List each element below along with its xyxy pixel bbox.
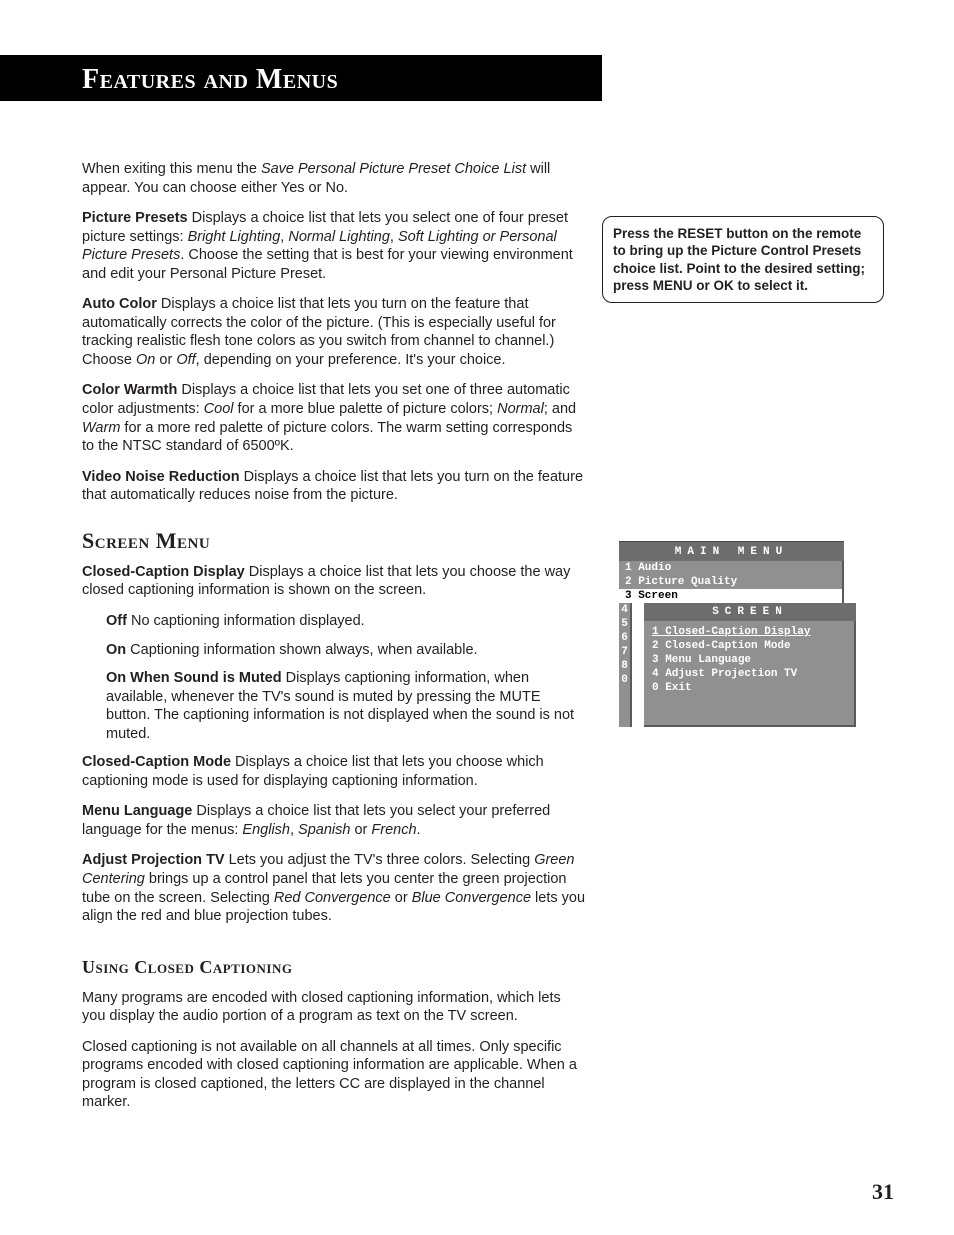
cc-off-row: Off No captioning information displayed. (106, 612, 587, 631)
adjust-projection-paragraph: Adjust Projection TV Lets you adjust the… (82, 851, 587, 925)
osd-sub-title: SCREEN (644, 603, 856, 621)
auto-color-paragraph: Auto Color Displays a choice list that l… (82, 295, 587, 369)
picture-presets-paragraph: Picture Presets Displays a choice list t… (82, 209, 587, 283)
reset-tip-callout: Press the RESET button on the remote to … (602, 216, 884, 303)
intro-paragraph: When exiting this menu the Save Personal… (82, 160, 587, 197)
cc-on-row: On Captioning information shown always, … (106, 641, 587, 660)
osd-submenu: SCREEN 1 Closed-Caption Display 2 Closed… (644, 603, 856, 727)
osd-menu-screenshot: MAIN MENU 1 Audio 2 Picture Quality 3 Sc… (619, 541, 844, 727)
osd-main-title: MAIN MENU (619, 541, 844, 561)
osd-sub-row-exit: 0 Exit (652, 681, 846, 695)
osd-main-row-picture-quality: 2 Picture Quality (619, 575, 844, 589)
osd-sub-row-cc-display-selected: 1 Closed-Caption Display (652, 625, 846, 639)
page-number: 31 (872, 1179, 894, 1205)
osd-sub-row-cc-mode: 2 Closed-Caption Mode (652, 639, 846, 653)
cc-display-paragraph: Closed-Caption Display Displays a choice… (82, 563, 587, 600)
color-warmth-paragraph: Color Warmth Displays a choice list that… (82, 381, 587, 455)
cc-options-list: Off No captioning information displayed.… (106, 612, 587, 743)
using-cc-p1: Many programs are encoded with closed ca… (82, 989, 587, 1026)
cc-on-mute-row: On When Sound is Muted Displays captioni… (106, 669, 587, 743)
cc-mode-paragraph: Closed-Caption Mode Displays a choice li… (82, 753, 587, 790)
osd-main-row-screen-selected: 3 Screen (619, 589, 844, 603)
screen-menu-heading: Screen Menu (82, 527, 587, 555)
osd-main-number-column: 4 5 6 7 8 0 (619, 603, 632, 727)
menu-language-paragraph: Menu Language Displays a choice list tha… (82, 802, 587, 839)
using-cc-p2: Closed captioning is not available on al… (82, 1038, 587, 1112)
chapter-title-bar: Features and Menus (0, 55, 602, 101)
osd-sub-row-adjust-ptv: 4 Adjust Projection TV (652, 667, 846, 681)
osd-main-row-audio: 1 Audio (619, 561, 844, 575)
body-text-column: When exiting this menu the Save Personal… (82, 160, 587, 1124)
osd-sub-row-menu-language: 3 Menu Language (652, 653, 846, 667)
using-closed-captioning-heading: Using Closed Captioning (82, 956, 587, 979)
video-noise-paragraph: Video Noise Reduction Displays a choice … (82, 468, 587, 505)
